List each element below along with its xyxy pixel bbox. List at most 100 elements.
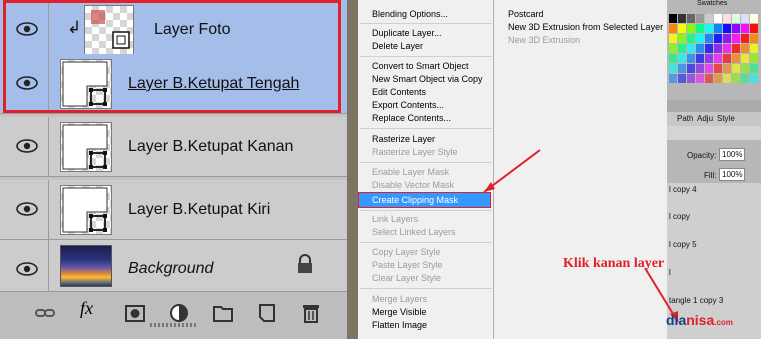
eye-icon[interactable]	[16, 139, 38, 153]
swatch-cell[interactable]	[705, 44, 713, 53]
menu-item-replace-contents[interactable]: Replace Contents...	[372, 112, 451, 125]
link-icon[interactable]	[34, 302, 56, 324]
swatch-cell[interactable]	[714, 34, 722, 43]
menu-item-convert-smart-object[interactable]: Convert to Smart Object	[372, 60, 469, 73]
menu-item-new-smart-object-copy[interactable]: New Smart Object via Copy	[372, 73, 483, 86]
layer-row-ketupat-kanan[interactable]: Layer B.Ketupat Kanan	[0, 117, 347, 177]
swatch-cell[interactable]	[696, 14, 704, 23]
swatch-cell[interactable]	[741, 74, 749, 83]
submenu-item-3d-extrusion-selected[interactable]: New 3D Extrusion from Selected Layer	[508, 21, 663, 34]
swatch-cell[interactable]	[678, 24, 686, 33]
swatch-cell[interactable]	[687, 54, 695, 63]
swatch-cell[interactable]	[732, 54, 740, 63]
menu-item-create-clipping-mask[interactable]: Create Clipping Mask	[372, 194, 458, 207]
swatch-cell[interactable]	[687, 14, 695, 23]
swatch-cell[interactable]	[723, 74, 731, 83]
swatches-tab[interactable]: Swatches	[697, 0, 727, 7]
swatch-cell[interactable]	[750, 74, 758, 83]
swatch-cell[interactable]	[669, 34, 677, 43]
layer-item[interactable]: l	[669, 268, 671, 277]
tab-adjustments[interactable]: Adju	[697, 114, 713, 123]
swatch-cell[interactable]	[669, 74, 677, 83]
menu-item-delete-layer[interactable]: Delete Layer	[372, 40, 423, 53]
menu-item-flatten-image[interactable]: Flatten Image	[372, 319, 427, 332]
layer-item[interactable]: l copy 4	[669, 185, 697, 194]
swatch-cell[interactable]	[705, 74, 713, 83]
trash-icon[interactable]	[300, 302, 322, 324]
layer-mask-icon[interactable]	[124, 302, 146, 324]
swatch-cell[interactable]	[678, 74, 686, 83]
swatch-cell[interactable]	[696, 74, 704, 83]
menu-item-edit-contents[interactable]: Edit Contents	[372, 86, 426, 99]
swatch-cell[interactable]	[732, 64, 740, 73]
swatch-cell[interactable]	[696, 64, 704, 73]
swatch-cell[interactable]	[750, 14, 758, 23]
eye-icon[interactable]	[16, 76, 38, 90]
swatch-cell[interactable]	[669, 14, 677, 23]
swatch-cell[interactable]	[696, 44, 704, 53]
submenu-item-postcard[interactable]: Postcard	[508, 8, 544, 21]
new-layer-icon[interactable]	[256, 302, 278, 324]
swatch-cell[interactable]	[741, 64, 749, 73]
swatch-cell[interactable]	[678, 64, 686, 73]
eye-icon[interactable]	[16, 262, 38, 276]
swatch-cell[interactable]	[723, 44, 731, 53]
swatch-cell[interactable]	[750, 54, 758, 63]
swatch-cell[interactable]	[741, 14, 749, 23]
swatch-cell[interactable]	[669, 24, 677, 33]
layer-row-foto[interactable]: ↲ Layer Foto	[0, 0, 347, 60]
menu-item-rasterize-layer[interactable]: Rasterize Layer	[372, 133, 435, 146]
layer-row-ketupat-tengah[interactable]: Layer B.Ketupat Tengah	[0, 54, 347, 114]
swatch-cell[interactable]	[732, 74, 740, 83]
swatch-cell[interactable]	[678, 14, 686, 23]
swatch-cell[interactable]	[714, 74, 722, 83]
swatch-cell[interactable]	[723, 14, 731, 23]
layer-row-ketupat-kiri[interactable]: Layer B.Ketupat Kiri	[0, 180, 347, 240]
opacity-input[interactable]: 100%	[719, 148, 745, 161]
swatch-cell[interactable]	[669, 44, 677, 53]
eye-icon[interactable]	[16, 22, 38, 36]
swatch-cell[interactable]	[687, 34, 695, 43]
swatch-cell[interactable]	[750, 64, 758, 73]
swatch-cell[interactable]	[678, 34, 686, 43]
eye-icon[interactable]	[16, 202, 38, 216]
swatch-cell[interactable]	[750, 34, 758, 43]
layer-item[interactable]: l copy 5	[669, 240, 697, 249]
swatch-cell[interactable]	[723, 34, 731, 43]
swatch-cell[interactable]	[696, 34, 704, 43]
menu-item-export-contents[interactable]: Export Contents...	[372, 99, 444, 112]
swatch-cell[interactable]	[705, 14, 713, 23]
swatch-cell[interactable]	[741, 54, 749, 63]
fill-input[interactable]: 100%	[719, 168, 745, 181]
swatch-cell[interactable]	[696, 24, 704, 33]
swatch-cell[interactable]	[714, 64, 722, 73]
swatches-grid[interactable]	[667, 10, 761, 90]
swatch-cell[interactable]	[687, 74, 695, 83]
swatch-cell[interactable]	[732, 14, 740, 23]
swatch-cell[interactable]	[732, 24, 740, 33]
swatch-cell[interactable]	[687, 24, 695, 33]
menu-item-blending-options[interactable]: Blending Options...	[372, 8, 448, 21]
menu-item-merge-visible[interactable]: Merge Visible	[372, 306, 426, 319]
swatch-cell[interactable]	[714, 14, 722, 23]
tab-paths[interactable]: Path	[677, 114, 693, 123]
swatch-cell[interactable]	[687, 64, 695, 73]
layer-item[interactable]: l copy	[669, 212, 690, 221]
layer-row-background[interactable]: Background	[0, 240, 347, 292]
swatch-cell[interactable]	[678, 54, 686, 63]
menu-item-duplicate-layer[interactable]: Duplicate Layer...	[372, 27, 442, 40]
swatch-cell[interactable]	[732, 34, 740, 43]
swatch-cell[interactable]	[741, 34, 749, 43]
swatch-cell[interactable]	[705, 64, 713, 73]
swatch-cell[interactable]	[696, 54, 704, 63]
swatch-cell[interactable]	[705, 54, 713, 63]
folder-icon[interactable]	[212, 302, 234, 324]
swatch-cell[interactable]	[723, 54, 731, 63]
swatch-cell[interactable]	[723, 64, 731, 73]
swatch-cell[interactable]	[687, 44, 695, 53]
fx-icon[interactable]: fx	[80, 298, 110, 320]
swatch-cell[interactable]	[669, 54, 677, 63]
swatch-cell[interactable]	[750, 24, 758, 33]
panel-resize-grip[interactable]	[150, 323, 198, 327]
swatch-cell[interactable]	[678, 44, 686, 53]
